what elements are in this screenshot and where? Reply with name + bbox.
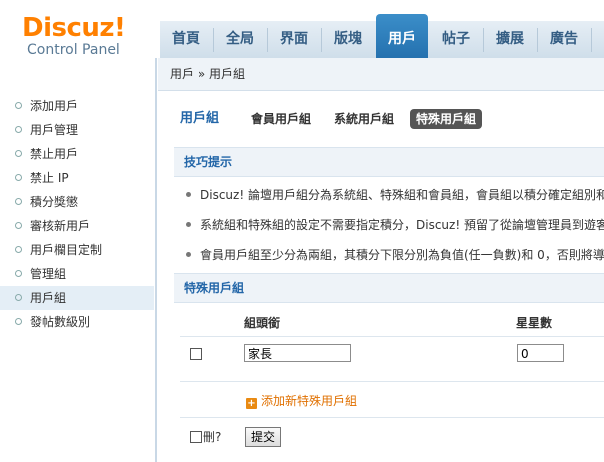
nav-item-global[interactable]: 全局	[214, 21, 266, 58]
tabs-title: 用戶組	[180, 111, 220, 126]
sidebar-divider	[155, 58, 157, 462]
column-header-stars: 星星數	[516, 316, 553, 330]
nav-item-posts[interactable]: 帖子	[430, 21, 482, 58]
sidebar-item-label: 用戶組	[30, 291, 67, 305]
sidebar: 添加用戶 用戶管理 禁止用戶 禁止 IP 積分獎懲 審核新用戶 用戶欄目定制 管…	[0, 94, 154, 462]
circle-bullet-icon	[15, 318, 22, 325]
sidebar-item-ban-ip[interactable]: 禁止 IP	[0, 166, 154, 190]
sidebar-item-label: 禁止 IP	[30, 171, 69, 185]
special-groups-heading: 特殊用戶組	[174, 273, 604, 303]
circle-bullet-icon	[15, 198, 22, 205]
tip-item: Discuz! 論壇用戶組分為系統組、特殊組和會員組，會員組以積分確定組別和	[186, 186, 604, 203]
circle-bullet-icon	[15, 126, 22, 133]
add-special-group-link[interactable]: + 添加新特殊用戶組	[246, 392, 357, 409]
sidebar-item-ban-user[interactable]: 禁止用戶	[0, 142, 154, 166]
sidebar-item-profile-fields[interactable]: 用戶欄目定制	[0, 238, 154, 262]
nav-item-home[interactable]: 首頁	[160, 21, 212, 58]
bullet-icon	[186, 252, 191, 257]
sidebar-item-label: 禁止用戶	[30, 147, 79, 161]
plus-icon: +	[246, 398, 257, 409]
sidebar-item-admin-groups[interactable]: 管理組	[0, 262, 154, 286]
group-stars-input[interactable]: 0	[517, 344, 564, 362]
submit-button[interactable]: 提交	[245, 427, 282, 447]
sidebar-item-label: 發帖數級別	[30, 315, 91, 329]
group-title-input[interactable]: 家長	[244, 344, 351, 362]
circle-bullet-icon	[15, 246, 22, 253]
circle-bullet-icon	[15, 222, 22, 229]
nav-item-users[interactable]: 用戶	[376, 14, 428, 59]
sidebar-item-label: 用戶欄目定制	[30, 243, 103, 257]
sidebar-item-post-ranks[interactable]: 發帖數級別	[0, 310, 154, 334]
column-header-title: 組頭銜	[244, 316, 281, 330]
tab-member-groups[interactable]: 會員用戶組	[251, 109, 311, 129]
tab-system-groups[interactable]: 系統用戶組	[334, 109, 394, 129]
row-divider	[180, 381, 604, 382]
nav-item-ads[interactable]: 廣告	[538, 21, 590, 58]
circle-bullet-icon	[15, 270, 22, 277]
sidebar-item-user-management[interactable]: 用戶管理	[0, 118, 154, 142]
logo-subtitle: Control Panel	[27, 42, 120, 58]
nav-item-interface[interactable]: 界面	[268, 21, 320, 58]
bullet-icon	[186, 192, 191, 197]
sidebar-item-label: 管理組	[30, 267, 67, 281]
circle-bullet-icon	[15, 174, 22, 181]
sidebar-item-user-groups[interactable]: 用戶組	[0, 286, 154, 310]
row-divider	[180, 417, 604, 418]
nav-item-extensions[interactable]: 擴展	[484, 21, 536, 58]
row-select-checkbox[interactable]	[190, 348, 202, 360]
sidebar-top	[0, 58, 155, 88]
tab-special-groups[interactable]: 特殊用戶組	[410, 109, 483, 129]
sidebar-item-add-user[interactable]: 添加用戶	[0, 94, 154, 118]
sidebar-item-label: 用戶管理	[30, 123, 79, 137]
logo[interactable]: Discuz! Control Panel	[22, 13, 126, 58]
circle-bullet-icon	[15, 150, 22, 157]
circle-bullet-icon	[15, 102, 22, 109]
sidebar-item-label: 審核新用戶	[30, 219, 91, 233]
tips-heading: 技巧提示	[174, 147, 604, 177]
sidebar-item-label: 添加用戶	[30, 99, 79, 113]
delete-all-checkbox[interactable]	[190, 431, 202, 443]
sidebar-item-moderate-users[interactable]: 審核新用戶	[0, 214, 154, 238]
top-nav: 首頁 全局 界面 版塊 用戶 帖子 擴展 廣告	[160, 14, 604, 59]
header: Discuz! Control Panel 首頁 全局 界面 版塊 用戶 帖子 …	[0, 0, 604, 59]
bullet-icon	[186, 222, 191, 227]
tip-item: 系統組和特殊組的設定不需要指定積分，Discuz! 預留了從論壇管理員到遊客	[186, 216, 604, 233]
tip-item: 會員用戶組至少分為兩組，其積分下限分別為負值(任一負數)和 0，否則將導	[186, 246, 604, 263]
sidebar-item-label: 積分獎懲	[30, 195, 79, 209]
circle-bullet-icon	[15, 294, 22, 301]
row-divider	[180, 336, 604, 337]
breadcrumb: 用戶 » 用戶組	[158, 58, 604, 91]
nav-item-forums[interactable]: 版塊	[322, 21, 374, 58]
main-content: 用戶組 會員用戶組 系統用戶組 特殊用戶組 技巧提示 Discuz! 論壇用戶組…	[158, 91, 604, 462]
delete-label: 刪?	[203, 430, 222, 444]
logo-title: Discuz!	[22, 13, 126, 43]
sidebar-item-credits[interactable]: 積分獎懲	[0, 190, 154, 214]
